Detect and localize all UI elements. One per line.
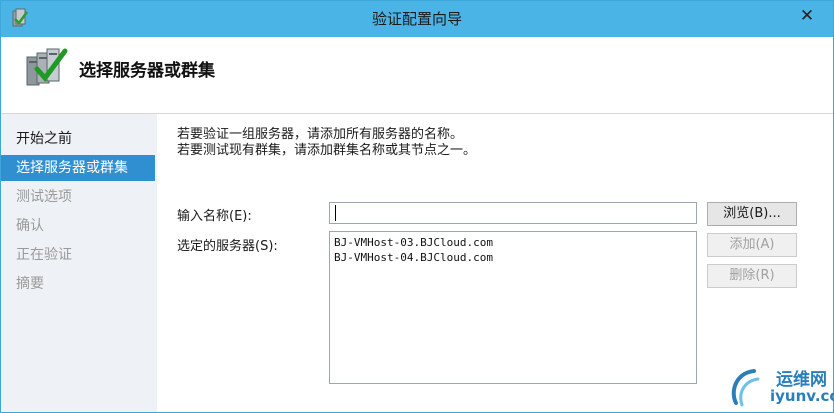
server-check-icon [26,48,68,86]
instruction-line-1: 若要验证一组服务器，请添加所有服务器的名称。 [177,127,464,142]
nav-step-validating[interactable]: 正在验证 [1,242,155,268]
nav-step-summary[interactable]: 摘要 [1,271,155,297]
nav-step-confirmation[interactable]: 确认 [1,213,155,239]
selected-servers-list[interactable]: BJ-VMHost-03.BJCloud.com BJ-VMHost-04.BJ… [329,231,697,384]
window-title: 验证配置向导 [371,10,462,28]
remove-button[interactable]: 删除(R) [707,264,797,288]
text-caret [335,205,336,221]
list-item[interactable]: BJ-VMHost-03.BJCloud.com [334,235,692,250]
title-bar[interactable]: 验证配置向导 ✕ [1,1,833,37]
enter-name-label: 输入名称(E): [177,209,252,224]
nav-step-select-servers[interactable]: 选择服务器或群集 [1,155,155,181]
wizard-window: 验证配置向导 ✕ 选择服务器或群集 开始之前 选择服务器或群集 测试选项 确认 … [0,0,834,413]
instruction-line-2: 若要测试现有群集，请添加群集名称或其节点之一。 [177,143,477,158]
nav-step-testing-options[interactable]: 测试选项 [1,184,155,210]
wizard-header: 选择服务器或群集 [1,37,833,113]
page-title: 选择服务器或群集 [79,61,215,81]
wizard-step-nav: 开始之前 选择服务器或群集 测试选项 确认 正在验证 摘要 [1,114,157,412]
browse-button[interactable]: 浏览(B)... [707,202,797,226]
watermark-logo-icon [731,369,760,407]
watermark-url: iyunv.com [770,387,834,405]
list-item[interactable]: BJ-VMHost-04.BJCloud.com [334,250,692,265]
server-name-input[interactable] [329,202,697,224]
instructions: 若要验证一组服务器，请添加所有服务器的名称。 若要测试现有群集，请添加群集名称或… [177,127,476,159]
selected-servers-label: 选定的服务器(S): [177,239,278,254]
nav-step-before-you-begin[interactable]: 开始之前 [1,126,155,152]
site-watermark: 运维网 iyunv.com [728,363,834,411]
add-button[interactable]: 添加(A) [707,233,797,257]
close-button[interactable]: ✕ [789,3,825,29]
